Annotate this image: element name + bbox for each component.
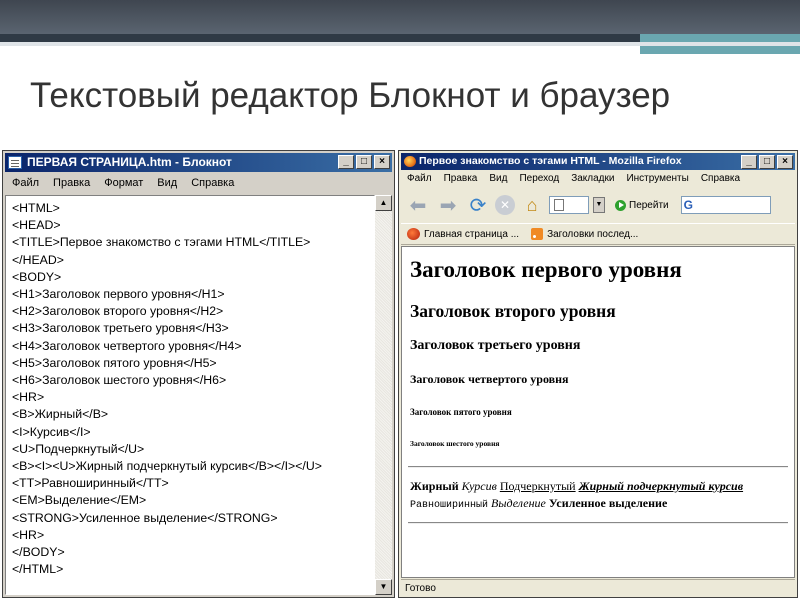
status-bar: Готово bbox=[401, 579, 795, 597]
bookmarks-toolbar: Главная страница ... Заголовки послед... bbox=[401, 223, 795, 245]
menu-format[interactable]: Формат bbox=[97, 173, 150, 193]
notepad-title: ПЕРВАЯ СТРАНИЦА.htm - Блокнот bbox=[27, 155, 232, 169]
ff-minimize-button[interactable]: _ bbox=[741, 155, 757, 169]
notepad-line: <HTML> bbox=[12, 201, 60, 215]
text-monospace: Равноширинный bbox=[410, 500, 489, 511]
slide-title: Текстовый редактор Блокнот и браузер bbox=[30, 76, 671, 115]
address-bar[interactable] bbox=[549, 196, 589, 214]
reload-icon[interactable]: ⟳ bbox=[465, 193, 491, 217]
bookmark-home-label: Главная страница ... bbox=[424, 228, 520, 240]
google-search-icon: G bbox=[683, 198, 693, 212]
bookmark-headlines[interactable]: Заголовки послед... bbox=[525, 228, 644, 240]
notepad-line: <HR> bbox=[12, 390, 45, 405]
bookmark-home[interactable]: Главная страница ... bbox=[401, 228, 525, 240]
maximize-button[interactable]: □ bbox=[356, 155, 372, 169]
firefox-window: Первое знакомство с тэгами HTML - Mozill… bbox=[398, 150, 798, 598]
ff-menu-help[interactable]: Справка bbox=[695, 170, 746, 188]
firefox-navbar: ⬅ ➡ ⟳ ✕ ⌂ ▼ Перейти G bbox=[401, 189, 795, 221]
rss-icon bbox=[531, 228, 544, 240]
notepad-line: <TT>Равноширинный</TT> bbox=[12, 476, 169, 491]
heading-2: Заголовок второго уровня bbox=[410, 301, 616, 321]
text-bold-underline-italic: Жирный подчеркнутый курсив bbox=[578, 479, 744, 493]
ff-menu-bookmarks[interactable]: Закладки bbox=[565, 170, 620, 188]
ff-menu-tools[interactable]: Инструменты bbox=[620, 170, 694, 188]
notepad-line: <HEAD> bbox=[12, 218, 61, 233]
notepad-line: <EM>Выделение</EM> bbox=[12, 493, 147, 508]
notepad-line: <H4>Заголовок четвертого уровня</H4> bbox=[12, 338, 242, 353]
scroll-down-arrow-icon[interactable]: ▼ bbox=[375, 579, 392, 595]
heading-6: Заголовок шестого уровня bbox=[410, 439, 500, 448]
notepad-line: <H3>Заголовок третьего уровня</H3> bbox=[12, 321, 229, 336]
notepad-line: </HTML> bbox=[12, 562, 64, 577]
search-box[interactable]: G bbox=[680, 196, 771, 214]
notepad-line: <B><I><U>Жирный подчеркнутый курсив</B><… bbox=[12, 459, 322, 474]
menu-file[interactable]: Файл bbox=[5, 173, 46, 193]
text-underline: Подчеркнутый bbox=[499, 479, 576, 493]
notepad-line: <HR> bbox=[12, 527, 45, 542]
notepad-line: </HEAD> bbox=[12, 252, 64, 267]
heading-5: Заголовок пятого уровня bbox=[410, 407, 512, 417]
stop-icon[interactable]: ✕ bbox=[495, 195, 515, 215]
go-label: Перейти bbox=[629, 199, 669, 211]
close-button[interactable]: × bbox=[374, 155, 390, 169]
bookmark-headlines-label: Заголовки послед... bbox=[547, 228, 639, 240]
text-emphasis: Выделение bbox=[491, 496, 546, 510]
forward-arrow-icon[interactable]: ➡ bbox=[435, 193, 461, 217]
heading-1: Заголовок первого уровня bbox=[410, 257, 682, 282]
page-content: Заголовок первого уровня Заголовок второ… bbox=[401, 246, 795, 578]
text-strong: Усиленное выделение bbox=[548, 496, 668, 510]
notepad-scrollbar[interactable]: ▲ ▼ bbox=[375, 195, 392, 595]
horizontal-rule-2 bbox=[408, 522, 788, 524]
formatting-paragraph: Жирный Курсив Подчеркнутый Жирный подчер… bbox=[410, 478, 786, 514]
notepad-titlebar[interactable]: ПЕРВАЯ СТРАНИЦА.htm - Блокнот _ □ × bbox=[5, 153, 392, 172]
ff-menu-go[interactable]: Переход bbox=[513, 170, 565, 188]
back-arrow-icon[interactable]: ⬅ bbox=[405, 193, 431, 217]
notepad-line: <BODY> bbox=[12, 269, 62, 284]
notepad-menubar: Файл Правка Формат Вид Справка bbox=[5, 173, 392, 193]
firefox-titlebar[interactable]: Первое знакомство с тэгами HTML - Mozill… bbox=[401, 153, 795, 170]
notepad-line: <TITLE>Первое знакомство с тэгами HTML</… bbox=[12, 235, 311, 250]
notepad-line: <H1>Заголовок первого уровня</H1> bbox=[12, 287, 225, 302]
heading-3: Заголовок третьего уровня bbox=[410, 338, 581, 353]
minimize-button[interactable]: _ bbox=[338, 155, 354, 169]
heading-4: Заголовок четвертого уровня bbox=[410, 372, 569, 386]
notepad-app-icon bbox=[8, 156, 22, 169]
notepad-window: ПЕРВАЯ СТРАНИЦА.htm - Блокнот _ □ × Файл… bbox=[2, 150, 395, 598]
ff-maximize-button[interactable]: □ bbox=[759, 155, 775, 169]
ff-close-button[interactable]: × bbox=[777, 155, 793, 169]
notepad-line: <STRONG>Усиленное выделение</STRONG> bbox=[12, 510, 278, 525]
slide-header-line bbox=[0, 42, 800, 46]
page-icon bbox=[554, 199, 564, 211]
menu-help[interactable]: Справка bbox=[184, 173, 241, 193]
firefox-bookmark-icon bbox=[407, 228, 420, 240]
notepad-line: <B>Жирный</B> bbox=[12, 407, 109, 422]
slide-header-band bbox=[0, 0, 800, 34]
notepad-line: </BODY> bbox=[12, 545, 65, 560]
notepad-line: <H2>Заголовок второго уровня</H2> bbox=[12, 304, 224, 319]
menu-view[interactable]: Вид bbox=[150, 173, 184, 193]
ff-menu-edit[interactable]: Правка bbox=[438, 170, 484, 188]
scroll-up-arrow-icon[interactable]: ▲ bbox=[375, 195, 392, 211]
ff-menu-file[interactable]: Файл bbox=[401, 170, 438, 188]
horizontal-rule bbox=[408, 466, 788, 468]
ff-menu-view[interactable]: Вид bbox=[483, 170, 513, 188]
notepad-line: <U>Подчеркнутый</U> bbox=[12, 441, 145, 456]
notepad-line: <I>Курсив</I> bbox=[12, 424, 91, 439]
go-icon bbox=[615, 199, 626, 211]
notepad-line: <H5>Заголовок пятого уровня</H5> bbox=[12, 355, 217, 370]
notepad-line: <H6>Заголовок шестого уровня</H6> bbox=[12, 373, 227, 388]
text-bold: Жирный bbox=[410, 479, 459, 493]
address-dropdown-button[interactable]: ▼ bbox=[593, 197, 605, 213]
firefox-menubar: Файл Правка Вид Переход Закладки Инструм… bbox=[401, 170, 795, 188]
text-italic: Курсив bbox=[461, 479, 497, 493]
notepad-text-area[interactable]: <HTML> <HEAD> <TITLE>Первое знакомство с т… bbox=[5, 195, 375, 595]
go-button[interactable]: Перейти bbox=[615, 199, 669, 211]
firefox-title: Первое знакомство с тэгами HTML - Mozill… bbox=[419, 155, 682, 167]
home-icon[interactable]: ⌂ bbox=[519, 193, 545, 217]
menu-edit[interactable]: Правка bbox=[46, 173, 97, 193]
firefox-app-icon bbox=[404, 156, 416, 167]
